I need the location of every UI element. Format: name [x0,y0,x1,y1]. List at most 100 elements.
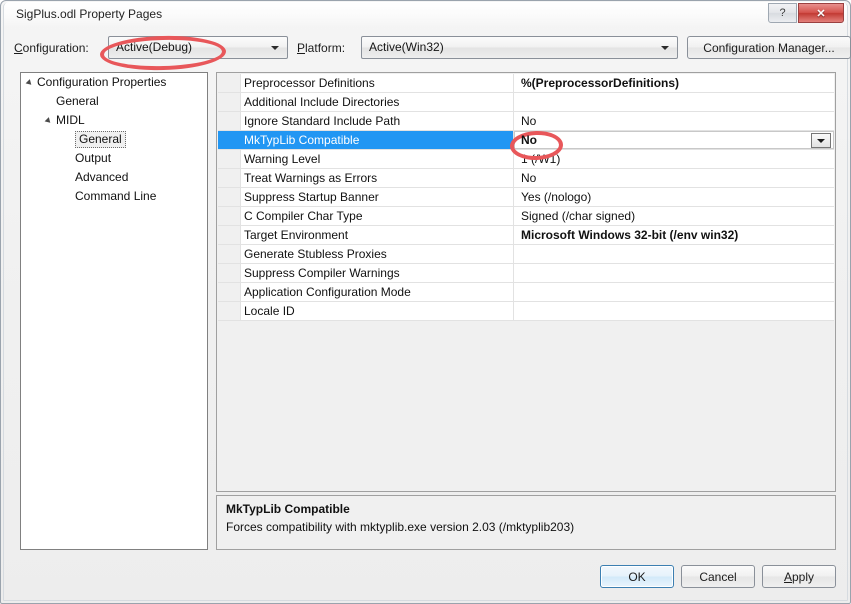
property-grid[interactable]: Preprocessor Definitions %(PreprocessorDe… [216,72,836,492]
property-row[interactable]: Suppress Startup Banner Yes (/nologo) [218,188,834,207]
property-column-splitter[interactable] [513,226,514,244]
property-value[interactable]: Signed (/char signed) [521,209,635,223]
close-button[interactable]: ✕ [798,3,844,23]
property-value[interactable]: %(PreprocessorDefinitions) [521,76,679,90]
property-column-splitter[interactable] [513,207,514,225]
property-value[interactable]: Microsoft Windows 32-bit (/env win32) [521,228,738,242]
property-row-gutter [218,207,241,225]
ok-button[interactable]: OK [600,565,674,588]
property-row[interactable]: Locale ID [218,302,834,321]
property-row-gutter [218,93,241,111]
property-value-editor[interactable] [514,131,834,149]
cancel-button[interactable]: Cancel [681,565,755,588]
tree-item-general[interactable]: General [21,92,207,111]
property-name: Additional Include Directories [244,95,400,109]
tree-item-advanced[interactable]: Advanced [21,168,207,187]
title-bar: SigPlus.odl Property Pages ? ✕ [4,2,847,28]
caption-buttons: ? ✕ [768,3,844,24]
help-button[interactable]: ? [768,3,797,23]
platform-label: Platform: [297,41,346,55]
property-grid-rows: Preprocessor Definitions %(PreprocessorDe… [218,74,834,321]
property-row[interactable]: Preprocessor Definitions %(PreprocessorDe… [218,74,834,93]
property-row[interactable]: Ignore Standard Include Path No [218,112,834,131]
property-pages-dialog: SigPlus.odl Property Pages ? ✕ Configura… [0,0,851,604]
chevron-down-icon [271,46,279,50]
tree-item-label: Command Line [75,189,157,203]
expander-triangle-icon[interactable] [25,78,34,87]
property-column-splitter[interactable] [513,283,514,301]
property-row[interactable]: Suppress Compiler Warnings [218,264,834,283]
tree-item-general[interactable]: General [21,130,207,149]
property-name: Target Environment [244,228,349,242]
description-text: Forces compatibility with mktyplib.exe v… [226,520,575,534]
tree-item-midl[interactable]: MIDL [21,111,207,130]
platform-combo[interactable]: Active(Win32) [361,36,678,59]
property-row[interactable]: Application Configuration Mode [218,283,834,302]
configuration-label: Configuration: [14,41,89,55]
expander-triangle-icon[interactable] [44,116,53,125]
property-column-splitter[interactable] [513,169,514,187]
configuration-manager-button[interactable]: Configuration Manager... [687,36,851,59]
property-name: Locale ID [244,304,295,318]
property-column-splitter[interactable] [513,264,514,282]
property-value[interactable]: 1 (/W1) [521,152,560,166]
property-name: MkTypLib Compatible [244,133,360,147]
property-row[interactable]: Treat Warnings as Errors No [218,169,834,188]
property-column-splitter[interactable] [513,93,514,111]
property-tree[interactable]: Configuration Properties General MIDL Gener… [20,72,208,550]
property-name: Suppress Compiler Warnings [244,266,400,280]
configuration-bar: Configuration: Active(Debug) Platform: A… [14,34,851,64]
property-column-splitter[interactable] [513,150,514,168]
property-value[interactable]: No [521,114,536,128]
property-row-gutter [218,188,241,206]
configuration-manager-button-label: Configuration Manager... [703,40,835,55]
description-title: MkTypLib Compatible [226,502,350,516]
property-name: Warning Level [244,152,321,166]
property-column-splitter[interactable] [513,112,514,130]
property-value[interactable]: Yes (/nologo) [521,190,591,204]
property-row-gutter [218,112,241,130]
tree-item-label: MIDL [56,113,85,127]
property-row[interactable]: C Compiler Char Type Signed (/char signed… [218,207,834,226]
tree-item-configuration-properties[interactable]: Configuration Properties [21,73,207,92]
property-column-splitter[interactable] [513,302,514,320]
property-row-gutter [218,264,241,282]
window-title: SigPlus.odl Property Pages [16,7,163,21]
property-row[interactable]: MkTypLib Compatible No [218,131,834,150]
property-name: Preprocessor Definitions [244,76,375,90]
property-value[interactable]: No [521,171,536,185]
tree-item-output[interactable]: Output [21,149,207,168]
value-dropdown-button[interactable] [811,133,831,148]
property-row-gutter [218,169,241,187]
description-panel: MkTypLib Compatible Forces compatibility… [216,495,836,550]
property-row[interactable]: Target Environment Microsoft Windows 32-b… [218,226,834,245]
apply-button-label: Apply [783,569,815,584]
tree-item-label: Output [75,151,112,165]
apply-button[interactable]: Apply [762,565,836,588]
cancel-button-label: Cancel [699,569,737,584]
tree-item-label: General [75,131,126,148]
property-row-gutter [218,226,241,244]
property-row-gutter [218,74,241,92]
chevron-down-icon [817,138,825,143]
tree-item-label: Configuration Properties [37,75,167,89]
configuration-combo-value: Active(Debug) [116,40,193,54]
property-row[interactable]: Additional Include Directories [218,93,834,112]
property-value[interactable]: No [521,133,537,147]
property-row[interactable]: Generate Stubless Proxies [218,245,834,264]
configuration-combo[interactable]: Active(Debug) [108,36,288,59]
platform-combo-value: Active(Win32) [369,40,444,54]
property-column-splitter[interactable] [513,245,514,263]
property-name: Ignore Standard Include Path [244,114,401,128]
property-row[interactable]: Warning Level 1 (/W1) [218,150,834,169]
chevron-down-icon [661,46,669,50]
property-row-gutter [218,150,241,168]
tree-item-label: General [56,94,99,108]
property-column-splitter[interactable] [513,74,514,92]
property-row-gutter [218,283,241,301]
property-name: Treat Warnings as Errors [244,171,378,185]
property-column-splitter[interactable] [513,188,514,206]
tree-item-command-line[interactable]: Command Line [21,187,207,206]
tree-item-label: Advanced [75,170,129,184]
property-tree-rows: Configuration Properties General MIDL Gener… [21,73,207,206]
